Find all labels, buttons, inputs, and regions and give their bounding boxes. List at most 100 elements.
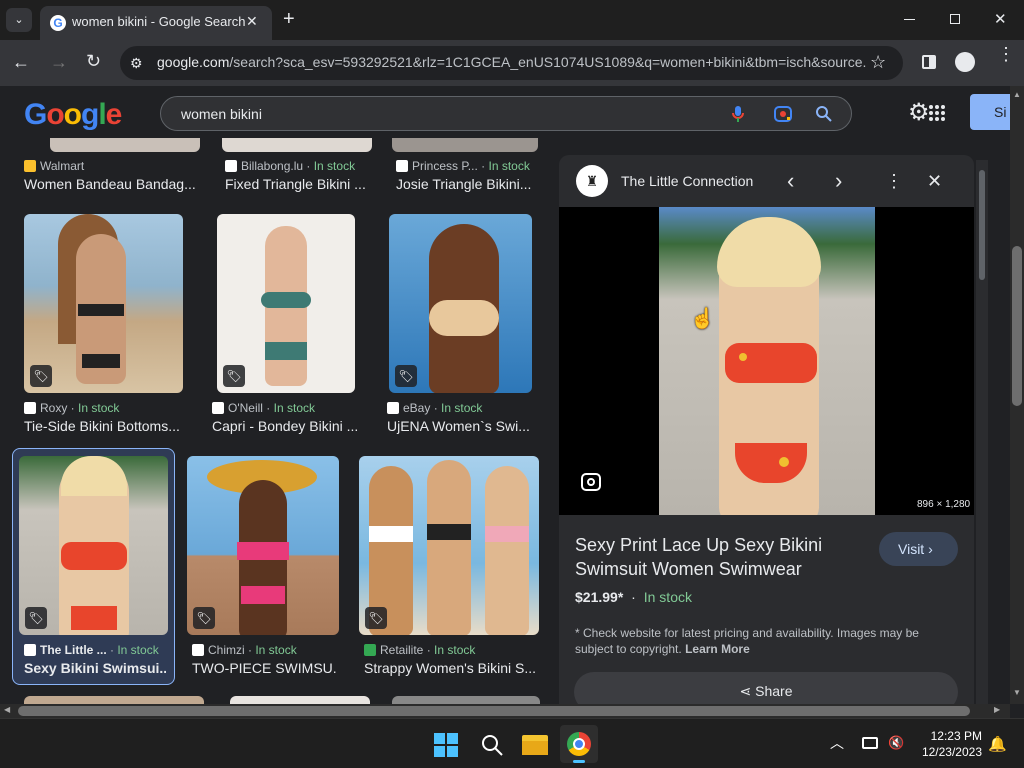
- chimzi-favicon: [192, 644, 204, 656]
- visit-button[interactable]: Visit ›: [879, 532, 958, 566]
- chevron-up-icon[interactable]: ︿: [830, 733, 844, 753]
- logo-letter: e: [105, 98, 123, 131]
- tab-search-button[interactable]: ⌄: [6, 8, 32, 32]
- page-horizontal-scrollbar[interactable]: ◀ ▶: [0, 704, 1010, 718]
- image-results-grid: Walmart Women Bandeau Bandag... Billabon…: [0, 138, 555, 704]
- result-source: Roxy · In stock: [24, 401, 119, 415]
- more-kebab-icon[interactable]: ⋮: [885, 170, 903, 192]
- sign-in-button[interactable]: Si: [970, 94, 1010, 130]
- result-title[interactable]: Capri - Bondey Bikini ...: [212, 418, 357, 434]
- site-info-icon[interactable]: ⚙: [130, 55, 143, 72]
- result-title[interactable]: Fixed Triangle Bikini ...: [225, 176, 370, 192]
- settings-gear-icon[interactable]: ⚙: [908, 98, 930, 127]
- stock-status: In stock: [273, 401, 315, 415]
- back-arrow-icon[interactable]: ←: [12, 52, 30, 73]
- start-button[interactable]: [434, 733, 458, 757]
- url-text: google.com/search?sca_esv=593292521&rlz=…: [157, 54, 867, 70]
- result-title[interactable]: Sexy Bikini Swimsui...: [24, 660, 166, 676]
- site-logo[interactable]: ♜: [576, 165, 608, 197]
- restore-button[interactable]: [950, 14, 960, 24]
- browser-toolbar: ← → ↻ ⚙ google.com/search?sca_esv=593292…: [0, 40, 1024, 86]
- stock-status: In stock: [117, 643, 159, 657]
- lens-camera-icon[interactable]: [773, 105, 793, 123]
- site-name[interactable]: The Little Connection: [621, 173, 753, 189]
- product-title[interactable]: Sexy Print Lace Up Sexy Bikini Swimsuit …: [575, 533, 845, 581]
- side-panel-icon[interactable]: [922, 55, 936, 69]
- search-input[interactable]: women bikini: [160, 96, 852, 131]
- result-source: eBay · In stock: [387, 401, 482, 415]
- url-host: google.com: [157, 54, 230, 70]
- walmart-favicon: [24, 160, 36, 172]
- previous-chevron-icon[interactable]: ‹: [787, 170, 794, 192]
- chevron-right-icon: ›: [928, 541, 933, 557]
- result-image[interactable]: [222, 138, 372, 152]
- menu-kebab-icon[interactable]: ⋮: [997, 45, 1015, 63]
- logo-letter: g: [81, 98, 99, 131]
- share-label: Share: [755, 683, 793, 699]
- result-source: Retailite · In stock: [364, 643, 475, 657]
- learn-more-link[interactable]: Learn More: [685, 642, 750, 656]
- result-image[interactable]: 🏷: [359, 456, 539, 635]
- result-image[interactable]: [24, 696, 204, 704]
- preview-image[interactable]: [659, 207, 875, 515]
- new-tab-button[interactable]: +: [283, 8, 295, 31]
- result-title[interactable]: TWO-PIECE SWIMSU...: [192, 660, 337, 676]
- reload-icon[interactable]: ↻: [86, 51, 101, 72]
- tab-close-icon[interactable]: ✕: [246, 13, 258, 30]
- source-name: Chimzi: [208, 643, 245, 657]
- logo-letter: o: [46, 98, 64, 131]
- google-logo[interactable]: Google: [24, 98, 123, 132]
- clock[interactable]: 12:23 PM 12/23/2023: [920, 728, 982, 760]
- oneill-favicon: [212, 402, 224, 414]
- result-image[interactable]: 🏷: [24, 214, 183, 393]
- close-panel-icon[interactable]: ✕: [927, 170, 942, 192]
- url-path: /search?sca_esv=593292521&rlz=1C1GCEA_en…: [229, 54, 867, 70]
- share-button[interactable]: ⋖ Share: [574, 672, 958, 704]
- minimize-button[interactable]: [904, 10, 916, 22]
- search-query: women bikini: [181, 106, 262, 122]
- forward-arrow-icon[interactable]: →: [50, 52, 68, 73]
- search-icon[interactable]: [815, 105, 833, 123]
- search-icon[interactable]: [480, 733, 504, 757]
- result-title[interactable]: Josie Triangle Bikini...: [396, 176, 536, 192]
- result-title[interactable]: Tie-Side Bikini Bottoms...: [24, 418, 184, 434]
- stock-status: In stock: [441, 401, 483, 415]
- apps-grid-icon[interactable]: [928, 104, 946, 122]
- result-title[interactable]: Strappy Women's Bikini S...: [364, 660, 539, 676]
- browser-tab-active[interactable]: G women bikini - Google Search ✕: [40, 6, 272, 40]
- result-image[interactable]: [230, 696, 370, 704]
- result-title[interactable]: Women Bandeau Bandag...: [24, 176, 199, 192]
- microphone-icon[interactable]: [731, 105, 745, 123]
- result-image[interactable]: 🏷: [217, 214, 355, 393]
- panel-scrollbar[interactable]: [976, 160, 988, 704]
- google-header: Google women bikini ⚙ Si: [0, 86, 1010, 138]
- price-tag-icon: 🏷: [365, 607, 387, 629]
- result-image[interactable]: [50, 138, 200, 152]
- file-explorer-icon[interactable]: [522, 735, 548, 755]
- volume-muted-icon[interactable]: 🔇: [888, 735, 904, 751]
- result-image[interactable]: 🏷: [19, 456, 168, 635]
- image-preview-panel: ♜ The Little Connection ‹ › ⋮ ✕ 896 × 1,…: [559, 155, 974, 704]
- network-icon[interactable]: [862, 737, 878, 749]
- result-image[interactable]: 🏷: [389, 214, 532, 393]
- result-title[interactable]: UjENA Women`s Swi...: [387, 418, 532, 434]
- result-source: Princess P... · In stock: [396, 159, 530, 173]
- address-bar[interactable]: ⚙ google.com/search?sca_esv=593292521&rl…: [120, 46, 903, 80]
- bookmark-star-icon[interactable]: ☆: [870, 52, 886, 73]
- result-image[interactable]: [392, 138, 538, 152]
- chrome-taskbar-button[interactable]: [560, 725, 598, 763]
- result-source: O'Neill · In stock: [212, 401, 315, 415]
- page-vertical-scrollbar[interactable]: ▲ ▼: [1010, 86, 1024, 704]
- source-name: Roxy: [40, 401, 68, 415]
- result-image[interactable]: [392, 696, 540, 704]
- next-chevron-icon[interactable]: ›: [835, 170, 842, 192]
- princess-favicon: [396, 160, 408, 172]
- stock-status: In stock: [313, 159, 356, 173]
- logo-letter: G: [24, 98, 47, 131]
- result-image[interactable]: 🏷: [187, 456, 339, 635]
- profile-avatar[interactable]: [955, 52, 975, 72]
- close-window-button[interactable]: ✕: [994, 10, 1007, 28]
- browser-titlebar: ⌄ G women bikini - Google Search ✕ + ✕: [0, 0, 1024, 40]
- notification-bell-icon[interactable]: 🔔: [988, 735, 1007, 753]
- lens-search-icon[interactable]: [581, 473, 601, 491]
